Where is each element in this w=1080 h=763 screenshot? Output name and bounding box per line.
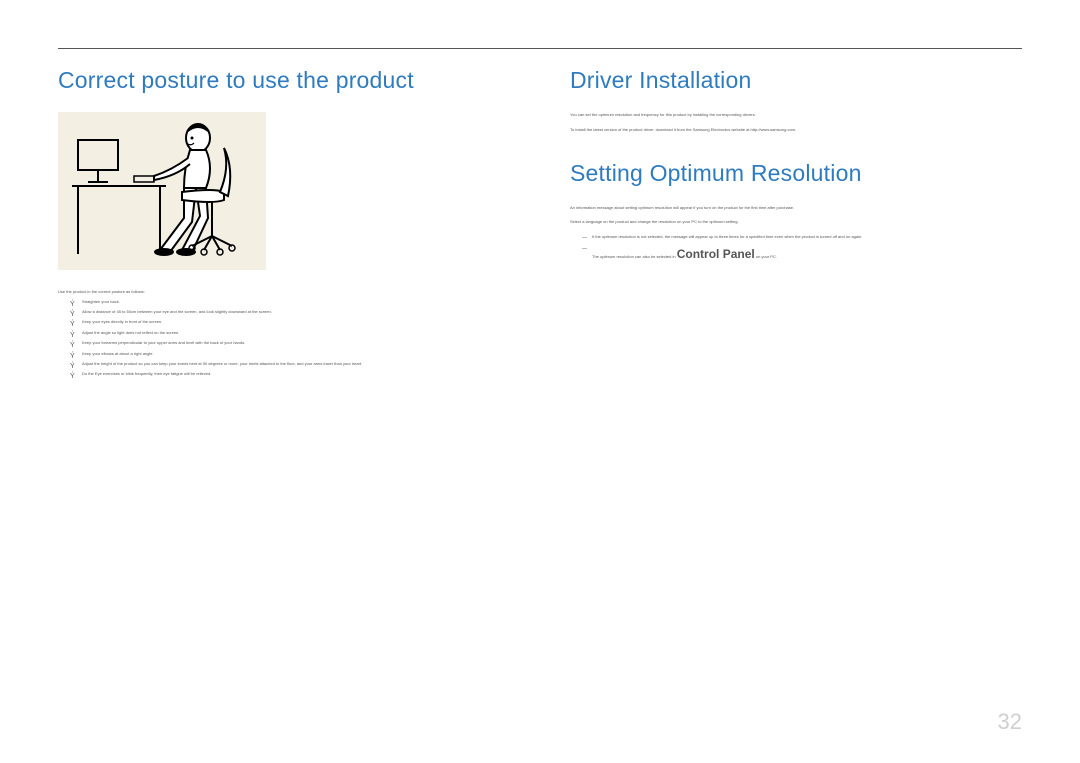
posture-bullet: Keep your eyes directly in front of the …: [70, 319, 510, 325]
resolution-note: If the optimum resolution is not selecte…: [582, 234, 1022, 240]
driver-para: You can set the optimum resolution and f…: [570, 112, 1022, 119]
posture-bullet: Adjust the angle so light does not refle…: [70, 330, 510, 336]
left-column: Correct posture to use the product: [58, 67, 510, 382]
posture-svg: [64, 118, 260, 264]
posture-bullet: Straighten your back.: [70, 299, 510, 305]
page-number: 32: [998, 709, 1022, 735]
resolution-para: An information message about setting opt…: [570, 205, 1022, 212]
driver-para: To install the latest version of the pro…: [570, 127, 1022, 134]
posture-illustration: [58, 112, 266, 270]
note-text-suffix: on your PC.: [755, 254, 777, 259]
top-divider: [58, 48, 1022, 49]
heading-driver: Driver Installation: [570, 67, 1022, 94]
note-text-prefix: The optimum resolution can also be selec…: [592, 254, 677, 259]
resolution-para: Select a language on the product and cha…: [570, 219, 1022, 226]
posture-bullet: Allow a distance of 45 to 50cm between y…: [70, 309, 510, 315]
heading-resolution: Setting Optimum Resolution: [570, 160, 1022, 187]
resolution-notes: If the optimum resolution is not selecte…: [570, 234, 1022, 264]
posture-bullet: Adjust the height of the product so you …: [70, 361, 510, 367]
posture-intro: Use the product in the correct posture a…: [58, 289, 510, 295]
resolution-note: The optimum resolution can also be selec…: [582, 245, 1022, 264]
heading-posture: Correct posture to use the product: [58, 67, 510, 94]
posture-bullet: Keep your forearms perpendicular to your…: [70, 340, 510, 346]
posture-bullet: Keep your elbows at about a right angle.: [70, 351, 510, 357]
columns-container: Correct posture to use the product: [58, 67, 1022, 382]
posture-bullets: Straighten your back. Allow a distance o…: [58, 299, 510, 378]
right-column: Driver Installation You can set the opti…: [570, 67, 1022, 382]
posture-bullet: Do the Eye exercises or blink frequently…: [70, 371, 510, 377]
control-panel-term: Control Panel: [677, 247, 755, 261]
manual-page: Correct posture to use the product: [0, 0, 1080, 763]
